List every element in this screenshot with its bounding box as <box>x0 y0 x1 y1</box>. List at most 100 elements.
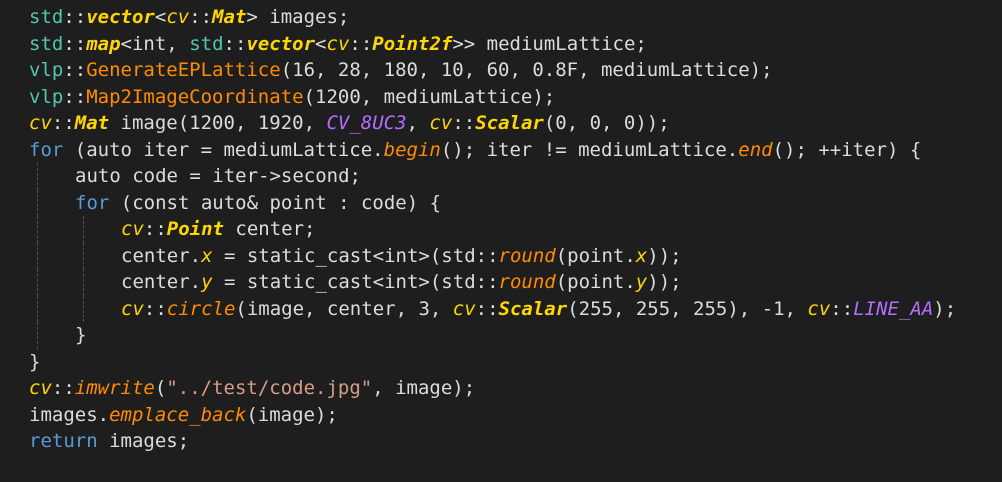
code-line[interactable]: } <box>0 349 1002 376</box>
code-token: )); <box>647 271 682 293</box>
code-token: y <box>201 271 213 293</box>
code-token: (255, 255, 255), -1, <box>567 297 808 320</box>
code-token: = static_cast<int>(std:: <box>212 244 499 267</box>
code-line[interactable]: std::vector<cv::Mat> images; <box>0 4 1002 31</box>
code-token: return <box>29 430 98 452</box>
code-token: circle <box>166 297 236 320</box>
code-token: auto code = iter->second; <box>75 165 361 187</box>
indent-guide <box>37 216 38 243</box>
code-token: image(1200, 1920, <box>109 112 327 134</box>
code-token: cv <box>121 297 144 320</box>
code-token: :: <box>452 112 476 134</box>
code-token: cv <box>29 112 52 134</box>
code-line[interactable]: return images; <box>0 428 1002 455</box>
indent-guide <box>37 269 38 296</box>
code-token: cv <box>807 297 831 320</box>
indent-guide <box>83 242 84 269</box>
code-token: >> mediumLattice; <box>452 32 647 55</box>
code-token: images. <box>29 403 110 426</box>
code-token: center; <box>223 218 316 240</box>
code-token: } <box>75 324 87 346</box>
code-token: vector <box>86 6 155 28</box>
code-token: cv <box>166 6 190 28</box>
code-token: for <box>29 138 64 161</box>
code-token: emplace_back <box>109 403 247 426</box>
code-token: center. <box>121 244 202 267</box>
code-token: } <box>29 350 41 373</box>
code-token: x <box>635 244 648 267</box>
code-token: < <box>154 6 167 28</box>
code-token: std <box>189 32 224 55</box>
code-token: cv <box>429 112 453 134</box>
code-token: :: <box>51 112 75 134</box>
code-token: map <box>86 32 121 55</box>
code-token: :: <box>349 32 373 55</box>
code-line[interactable]: cv::Point center; <box>0 216 1002 243</box>
indent-guide <box>37 242 38 269</box>
code-token: :: <box>223 32 247 55</box>
code-token: "../test/code.jpg" <box>166 377 373 399</box>
code-token: Mat <box>212 6 247 28</box>
code-token: (const auto& point : code) { <box>109 191 442 214</box>
code-token: :: <box>189 6 213 28</box>
code-token: < <box>315 32 327 55</box>
code-token: (16, 28, 180, 10, 60, 0.8F, mediumLattic… <box>280 59 773 81</box>
code-token: :: <box>63 85 87 108</box>
code-line[interactable]: cv::imwrite("../test/code.jpg", image); <box>0 375 1002 402</box>
code-line[interactable]: auto code = iter->second; <box>0 163 1002 190</box>
code-token: begin <box>383 138 441 161</box>
code-token: images; <box>97 430 190 452</box>
code-token: <int, <box>120 32 190 55</box>
code-line[interactable]: cv::circle(image, center, 3, cv::Scalar(… <box>0 295 1002 322</box>
code-token: std <box>29 6 64 28</box>
code-token: Point2f <box>372 32 453 55</box>
indent-guide <box>37 163 38 190</box>
code-editor[interactable]: std::vector<cv::Mat> images; std::map<int… <box>0 0 1002 482</box>
code-token: :: <box>830 297 854 320</box>
code-token: cv <box>326 32 350 55</box>
code-token: cv <box>452 297 476 320</box>
code-line[interactable]: center.x = static_cast<int>(std::round(p… <box>0 242 1002 269</box>
code-line[interactable]: } <box>0 322 1002 349</box>
indent-guide <box>83 216 84 243</box>
code-line[interactable]: images.emplace_back(image); <box>0 402 1002 429</box>
code-line[interactable]: vlp::GenerateEPLattice(16, 28, 180, 10, … <box>0 57 1002 84</box>
code-line[interactable]: for (const auto& point : code) { <box>0 189 1002 216</box>
code-token: GenerateEPLattice <box>86 59 281 81</box>
code-line[interactable]: std::map<int, std::vector<cv::Point2f>> … <box>0 31 1002 58</box>
code-token: > images; <box>246 6 350 28</box>
code-token: (image, center, 3, <box>235 297 453 320</box>
code-token: :: <box>51 377 75 399</box>
code-token: :: <box>63 32 87 55</box>
indent-guide <box>37 322 38 349</box>
indent-guide <box>37 295 38 322</box>
code-line[interactable]: vlp::Map2ImageCoordinate(1200, mediumLat… <box>0 84 1002 111</box>
code-token: (point. <box>555 271 636 293</box>
code-token: cv <box>121 218 144 240</box>
code-token: = static_cast<int>(std:: <box>212 271 499 293</box>
code-token: :: <box>63 6 87 28</box>
code-token: (1200, mediumLattice); <box>303 85 556 108</box>
code-line[interactable]: for (auto iter = mediumLattice.begin(); … <box>0 137 1002 164</box>
code-token: vector <box>246 32 316 55</box>
code-token: (image); <box>246 403 338 426</box>
code-token: :: <box>63 59 87 81</box>
code-line[interactable]: cv::Mat image(1200, 1920, CV_8UC3, cv::S… <box>0 110 1002 137</box>
code-token: vlp <box>29 85 64 108</box>
code-token: (0, 0, 0)); <box>543 112 670 134</box>
indent-guide <box>37 189 38 216</box>
indent-guide <box>83 295 84 322</box>
code-token: Map2ImageCoordinate <box>86 85 304 108</box>
code-token: , <box>406 112 430 134</box>
code-line[interactable]: center.y = static_cast<int>(std::round(p… <box>0 269 1002 296</box>
code-token: Mat <box>74 112 110 134</box>
code-token: Scalar <box>475 112 544 134</box>
code-token: cv <box>29 377 52 399</box>
code-token: imwrite <box>74 377 155 399</box>
code-token: vlp <box>29 59 64 81</box>
code-token: CV_8UC3 <box>326 112 407 134</box>
code-token: (point. <box>555 244 636 267</box>
code-token: round <box>498 271 556 293</box>
code-token: for <box>75 191 110 214</box>
code-token: x <box>201 244 213 267</box>
